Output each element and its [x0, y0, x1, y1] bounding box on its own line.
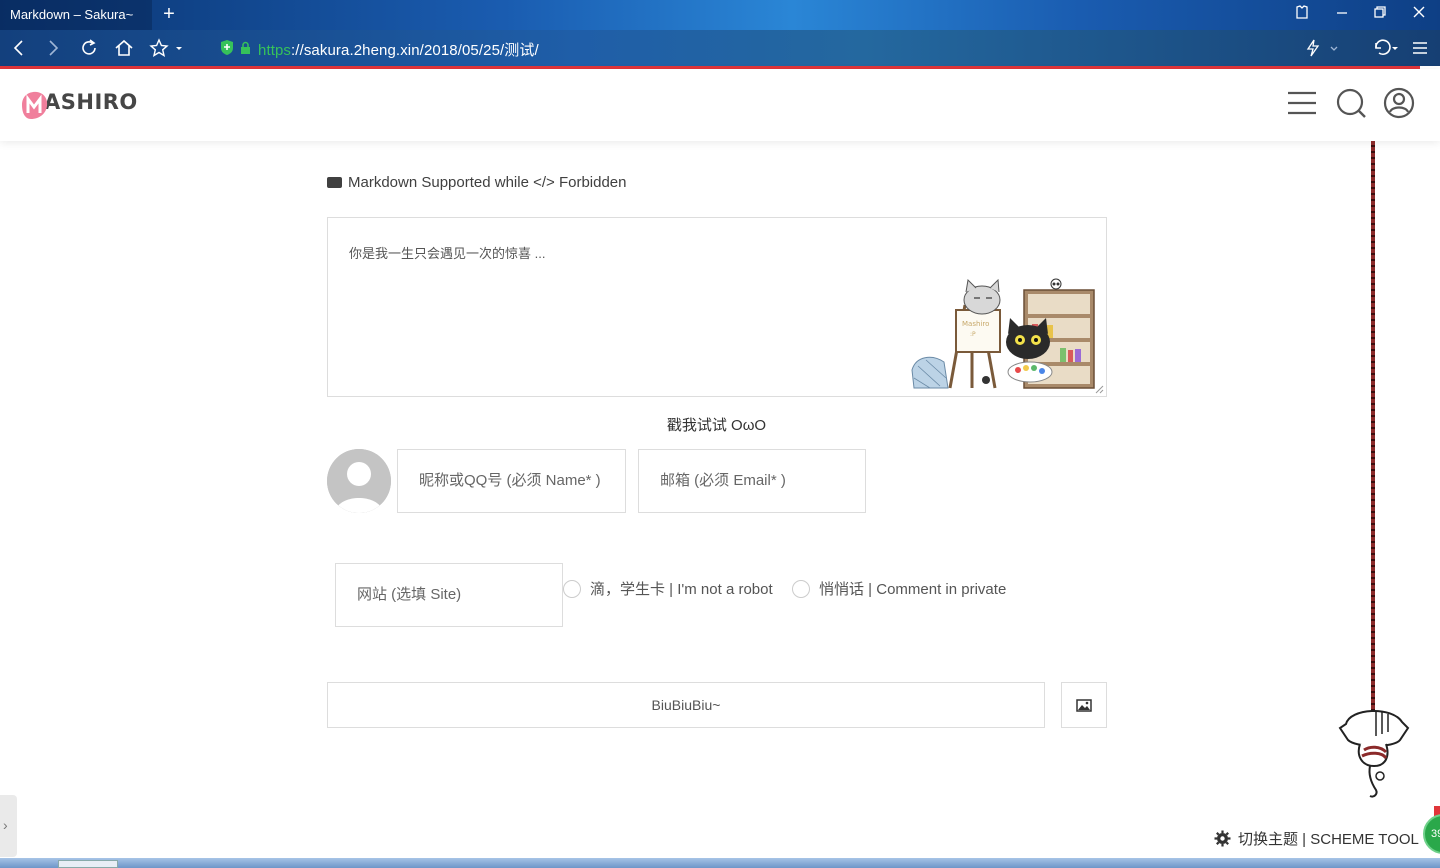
- search-icon[interactable]: [1335, 87, 1367, 119]
- restore-icon[interactable]: [1367, 4, 1393, 26]
- url-scheme: https: [258, 42, 292, 59]
- reload-icon[interactable]: [78, 37, 100, 59]
- textarea-placeholder: 你是我一生只会遇见一次的惊喜 ...: [349, 246, 546, 261]
- forward-icon[interactable]: [42, 37, 64, 59]
- svg-text::P: :P: [970, 331, 976, 338]
- private-radio[interactable]: [792, 579, 810, 598]
- speed-badge[interactable]: 39: [1423, 814, 1440, 854]
- markdown-note-text: Markdown Supported while </> Forbidden: [348, 174, 627, 191]
- robot-radio[interactable]: [563, 579, 581, 598]
- robot-label: 滴，学生卡 | I'm not a robot: [590, 581, 773, 598]
- chevron-right-icon: ›: [3, 817, 8, 833]
- markdown-icon: [327, 177, 342, 188]
- logo-mark: [20, 87, 50, 119]
- private-checkbox[interactable]: 悄悄话 | Comment in private: [792, 578, 1006, 599]
- home-icon[interactable]: [113, 37, 135, 59]
- avatar: [327, 449, 391, 513]
- rope-decoration: [1371, 141, 1375, 711]
- browser-titlebar: Markdown – Sakura~ +: [0, 0, 1440, 30]
- new-tab-button[interactable]: +: [158, 3, 180, 25]
- gear-icon: [1214, 830, 1231, 847]
- star-icon[interactable]: [148, 37, 184, 59]
- markdown-note: Markdown Supported while </> Forbidden: [327, 174, 627, 191]
- lightning-icon[interactable]: [1302, 37, 1342, 59]
- logo-text: ASHIRO: [44, 90, 138, 114]
- private-label: 悄悄话 | Comment in private: [819, 581, 1007, 598]
- sidebar-toggle[interactable]: ›: [0, 795, 17, 857]
- user-icon[interactable]: [1383, 87, 1415, 119]
- browser-tab[interactable]: Markdown – Sakura~: [0, 0, 152, 30]
- comment-textarea[interactable]: 你是我一生只会遇见一次的惊喜 ... Mashiro :P: [327, 217, 1107, 397]
- menu-icon[interactable]: [1409, 37, 1431, 59]
- resize-handle-icon[interactable]: [1095, 385, 1104, 394]
- image-icon: [1076, 699, 1092, 712]
- os-taskbar: [0, 858, 1440, 868]
- close-icon[interactable]: [1406, 4, 1432, 26]
- undo-icon[interactable]: [1370, 37, 1402, 59]
- cats-illustration: Mashiro :P: [911, 278, 1095, 389]
- svg-text:Mashiro: Mashiro: [962, 320, 989, 328]
- minimize-icon[interactable]: [1329, 4, 1355, 26]
- hamburger-icon[interactable]: [1286, 87, 1318, 119]
- url-path: ://sakura.2heng.xin/2018/05/25/测试/: [291, 42, 539, 59]
- emoji-toggle[interactable]: 戳我试试 OωO: [0, 414, 1433, 435]
- scheme-tool-label: 切换主题 | SCHEME TOOL: [1238, 831, 1419, 848]
- default-avatar-icon: [327, 449, 391, 513]
- site-header: ASHIRO: [0, 69, 1440, 141]
- site-logo[interactable]: ASHIRO: [20, 84, 138, 120]
- submit-button[interactable]: BiuBiuBiu~: [327, 682, 1045, 728]
- shield-icon: [218, 37, 254, 59]
- address-bar[interactable]: https://sakura.2heng.xin/2018/05/25/测试/: [258, 39, 539, 60]
- email-field[interactable]: 邮箱 (必须 Email* ): [638, 449, 866, 513]
- site-field[interactable]: 网站 (选填 Site): [335, 563, 563, 627]
- hanging-cat-icon[interactable]: [1336, 700, 1412, 802]
- scheme-tool-button[interactable]: 切换主题 | SCHEME TOOL: [1214, 828, 1419, 849]
- robot-checkbox[interactable]: 滴，学生卡 | I'm not a robot: [563, 578, 773, 599]
- taskbar-item[interactable]: [58, 860, 118, 868]
- browser-toolbar: https://sakura.2heng.xin/2018/05/25/测试/: [0, 30, 1440, 66]
- skin-icon[interactable]: [1289, 4, 1315, 26]
- insert-image-button[interactable]: [1061, 682, 1107, 728]
- back-icon[interactable]: [8, 37, 30, 59]
- name-field[interactable]: 昵称或QQ号 (必须 Name* ): [397, 449, 626, 513]
